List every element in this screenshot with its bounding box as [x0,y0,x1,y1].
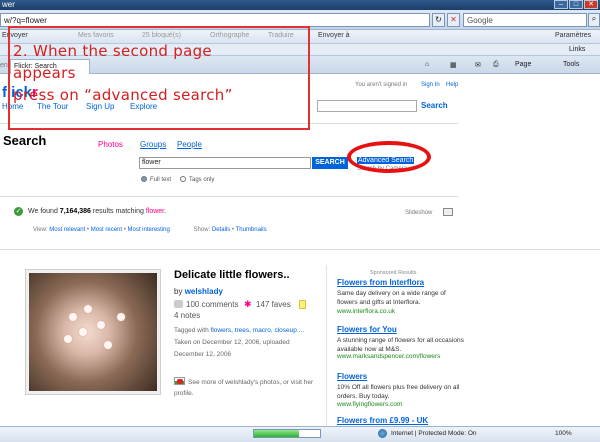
browser-search-field[interactable]: Google [463,13,587,27]
radio-full-label: Full text [150,177,172,183]
comment-count: 100 comments [186,300,239,309]
view-most-relevant[interactable]: Most relevant [49,227,85,233]
blossom-shape [97,321,105,329]
radio-tags-only[interactable]: Tags only [180,176,214,183]
toolbar-settings[interactable]: Paramètres [555,32,591,39]
show-thumbnails[interactable]: Thumbnails [236,227,267,233]
note-icon [299,300,306,309]
tag-links[interactable]: flowers, trees, macro, closeup ... [211,327,305,334]
found-term: flower [145,208,165,215]
ad-url[interactable]: www.interflora.co.uk [337,308,395,315]
signed-out-text: You aren't signed in [355,82,408,88]
flickr-search-input[interactable] [317,100,417,112]
ad-url[interactable]: www.flyingflowers.com [337,401,402,408]
blossom-shape [79,328,87,336]
note-count: 4 notes [174,311,201,320]
blossom-shape [64,335,72,343]
zoom-level[interactable]: 100% [555,430,572,437]
view-options: View: Most relevant • Most recent • Most… [33,227,267,233]
found-pre: We found [28,208,58,215]
show-label: Show: [193,227,211,233]
taken-date: Taken on December 12, 2006, uploaded Dec… [174,339,290,358]
found-mid: results matching [92,208,144,215]
feeds-icon[interactable]: ▦ [450,61,457,69]
annotation-line: 2. When the second page [13,42,212,60]
fave-count: 147 faves [256,300,291,309]
print-icon[interactable]: ⎙ [493,61,499,69]
radio-dot [141,176,147,182]
annotation-line: press on “advanced search” [13,86,233,104]
globe-icon [378,429,387,438]
ad-body: A stunning range of flowers for all occa… [337,337,464,353]
divider [0,249,600,250]
comments-icon [174,300,183,308]
address-field[interactable]: w/?q=flower [0,13,430,27]
found-count: 7,164,386 [59,208,91,215]
photo-title[interactable]: Delicate little flowers.. [174,269,290,281]
home-icon[interactable]: ⌂ [425,61,429,68]
tagged-label: Tagged with [174,327,209,334]
radio-tags-label: Tags only [189,177,215,183]
mail-icon[interactable]: ✉ [475,61,481,69]
highlight-circle [347,141,431,173]
toolbar-send-to[interactable]: Envoyer à [318,32,350,39]
minimize-button[interactable]: – [554,0,568,9]
view-most-recent[interactable]: Most recent [91,227,122,233]
ad-body: 10% Off all flowers plus free delivery o… [337,384,460,400]
view-label: View: [33,227,48,233]
page-menu[interactable]: Page [515,61,531,68]
tab-groups[interactable]: Groups [140,140,166,149]
page-title: Search [3,133,47,148]
ad-title[interactable]: Flowers for You [337,325,397,334]
ad-url[interactable]: www.marksandspencer.com/flowers [337,353,440,360]
links-label[interactable]: Links [569,46,585,53]
sponsored-label: Sponsored Results [370,270,417,276]
photo-tags: Tagged with flowers, trees, macro, close… [174,325,314,361]
owner-link[interactable]: welshlady [185,287,223,296]
slideshow-icon[interactable] [443,208,453,216]
column-divider [326,265,327,435]
window-title: wer [2,0,15,9]
query-input[interactable]: flower [139,157,311,169]
ad-title[interactable]: Flowers [337,372,367,381]
tab-people[interactable]: People [177,140,202,149]
ad-title[interactable]: Flowers from £9.99 - UK [337,416,428,425]
radio-dot [180,176,186,182]
tab-photos[interactable]: Photos [98,140,123,149]
blossom-shape [84,305,92,313]
annotation-line: appears [13,64,76,82]
photo-thumbnail[interactable] [26,270,160,394]
window-title-bar: wer [0,0,600,10]
star-icon: ✱ [244,299,252,309]
divider [0,196,458,197]
show-details[interactable]: Details [212,227,230,233]
ad-body: Same day delivery on a wide range of flo… [337,290,446,306]
tools-menu[interactable]: Tools [563,61,579,68]
search-icon[interactable]: ⌕ [588,13,600,27]
by-label: by [174,287,183,296]
view-most-interesting[interactable]: Most interesting [128,227,170,233]
maximize-button[interactable]: □ [569,0,583,9]
results-count-text: We found 7,164,386 results matching flow… [28,208,167,215]
see-more-text[interactable]: See more of welshlady's photos, or visit… [174,377,324,399]
query-search-button[interactable]: SEARCH [312,157,348,169]
security-zone[interactable]: Internet | Protected Mode: On [391,430,477,437]
check-icon: ✓ [14,207,23,216]
flickr-search-button[interactable]: Search [421,101,448,110]
help-link[interactable]: Help [446,82,458,88]
refresh-icon[interactable]: ↻ [432,13,445,27]
load-progress-fill [254,430,299,437]
blossom-shape [104,341,112,349]
stop-icon[interactable]: ✕ [447,13,460,27]
slideshow-link[interactable]: Slideshow [405,210,432,216]
blossom-shape [117,313,125,321]
ad-title[interactable]: Flowers from Interflora [337,278,424,287]
sign-in-link[interactable]: Sign In [421,82,440,88]
blossom-shape [69,313,77,321]
close-window-button[interactable]: ✕ [584,0,598,9]
photo-owner: by welshlady [174,287,223,296]
radio-full-text[interactable]: Full text [141,176,171,183]
